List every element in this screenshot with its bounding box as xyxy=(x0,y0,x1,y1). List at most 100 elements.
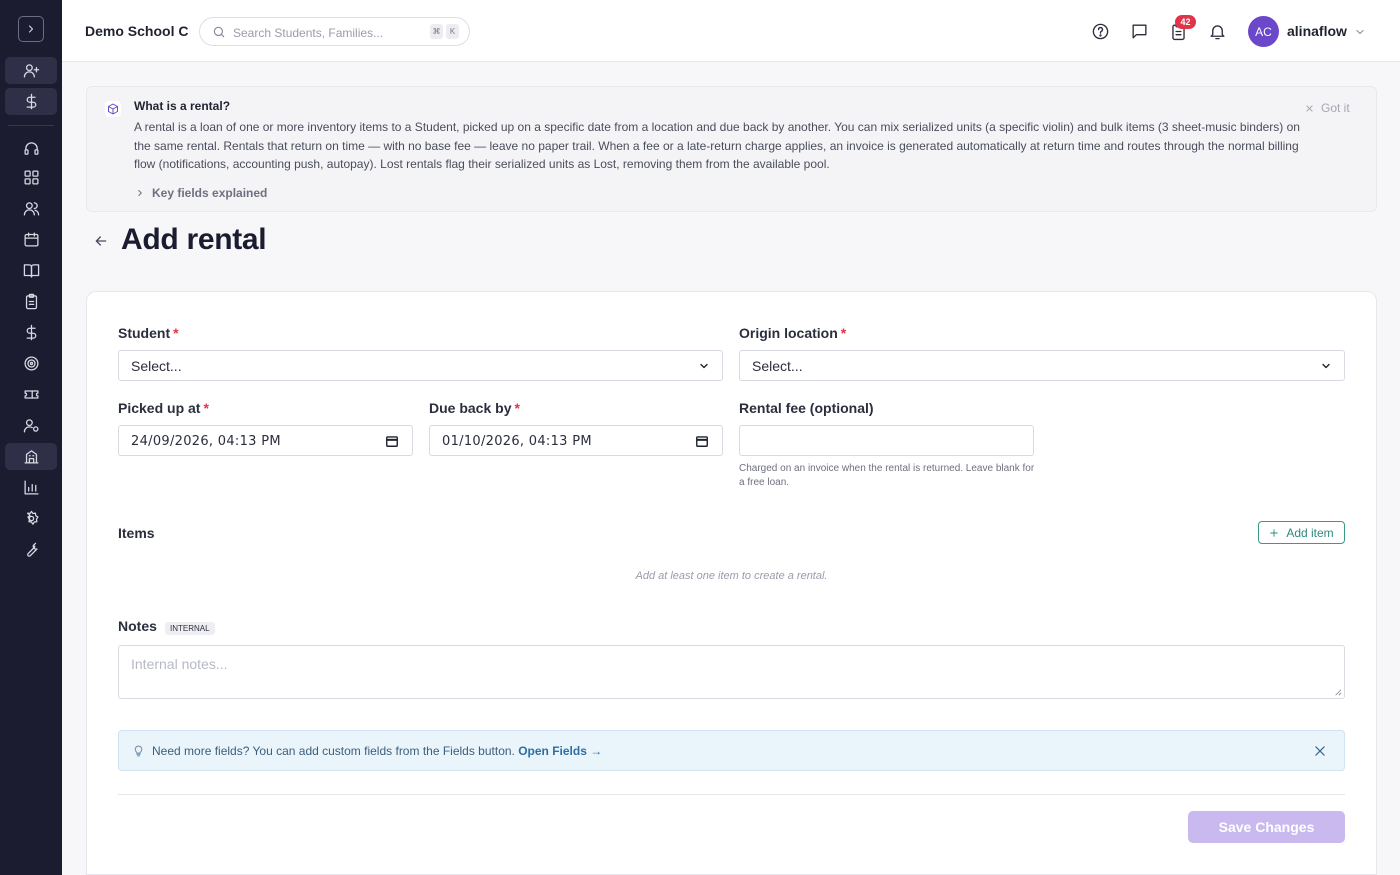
gear-icon xyxy=(26,510,39,525)
sidebar-expand-button[interactable] xyxy=(18,16,44,42)
sidebar-divider xyxy=(8,125,54,126)
avatar[interactable]: AC xyxy=(1248,16,1279,47)
top-bar: Demo School C Search Students, Families.… xyxy=(62,0,1400,62)
help-button[interactable] xyxy=(1090,21,1110,41)
picked-up-value: 24/09/2026, 04:13 PM xyxy=(131,434,281,449)
required-mark: * xyxy=(173,325,179,341)
notes-label: Notes xyxy=(118,618,157,634)
chevron-down-icon xyxy=(700,363,708,369)
items-empty-message: Add at least one item to create a rental… xyxy=(635,570,828,582)
chevron-right-icon xyxy=(28,25,34,33)
open-fields-link[interactable]: Open Fields → xyxy=(518,744,602,758)
rental-fee-hint: Charged on an invoice when the rental is… xyxy=(739,463,1035,488)
required-mark: * xyxy=(840,325,847,341)
search-bar[interactable]: Search Students, Families... ⌘ K xyxy=(199,17,470,46)
sidebar-item-billing[interactable] xyxy=(5,88,57,115)
book-open-icon xyxy=(23,264,39,278)
messages-button[interactable] xyxy=(1129,21,1149,41)
sidebar-item-library[interactable] xyxy=(5,257,57,284)
sidebar-item-add-user[interactable] xyxy=(5,57,57,84)
calendar-icon[interactable] xyxy=(695,434,709,448)
clipboard-icon xyxy=(25,293,37,310)
sidebar-item-support[interactable] xyxy=(5,135,57,162)
chevron-down-icon[interactable] xyxy=(1354,26,1366,38)
dollar-icon xyxy=(26,324,36,341)
notifications-button[interactable] xyxy=(1207,21,1227,41)
due-back-value: 01/10/2026, 04:13 PM xyxy=(442,434,592,449)
wrench-icon xyxy=(26,542,38,557)
key-fields-label: Key fields explained xyxy=(152,186,268,200)
notes-placeholder: Internal notes... xyxy=(131,656,228,672)
chevron-down-icon xyxy=(1322,363,1330,369)
bell-icon xyxy=(1209,24,1225,39)
sidebar-item-payments[interactable] xyxy=(5,319,57,346)
lightbulb-icon xyxy=(134,745,143,757)
sidebar xyxy=(0,0,62,875)
due-back-input[interactable]: 01/10/2026, 04:13 PM xyxy=(429,425,723,456)
username[interactable]: alinaflow xyxy=(1287,23,1347,39)
search-icon xyxy=(213,26,225,38)
form-divider xyxy=(118,794,1345,795)
school-name[interactable]: Demo School C xyxy=(85,23,188,39)
picked-up-input[interactable]: 24/09/2026, 04:13 PM xyxy=(118,425,413,456)
custom-fields-tip: Need more fields? You can add custom fie… xyxy=(118,730,1345,771)
back-arrow-icon[interactable] xyxy=(93,233,109,249)
dollar-icon xyxy=(26,93,36,110)
origin-location-label: Origin location * xyxy=(739,325,847,341)
user-plus-icon xyxy=(23,64,39,78)
sidebar-item-goals[interactable] xyxy=(5,350,57,377)
add-item-label: Add item xyxy=(1286,525,1334,540)
target-icon xyxy=(23,356,39,371)
rental-fee-label: Rental fee (optional) xyxy=(739,400,874,416)
ticket-icon xyxy=(23,390,39,399)
user-cog-icon xyxy=(23,419,39,433)
shortcut-k-key: K xyxy=(446,24,459,39)
picked-up-label: Picked up at * xyxy=(118,400,209,416)
add-item-button[interactable]: Add item xyxy=(1258,521,1345,544)
page-title: Add rental xyxy=(121,223,267,256)
got-it-button[interactable]: Got it xyxy=(1305,101,1350,115)
sidebar-item-inventory[interactable] xyxy=(5,443,57,470)
help-circle-icon xyxy=(1092,23,1108,39)
building-icon xyxy=(23,450,39,464)
sidebar-item-calendar[interactable] xyxy=(5,226,57,253)
shortcut-mod-key: ⌘ xyxy=(430,24,443,39)
notes-textarea[interactable]: Internal notes... xyxy=(118,645,1345,699)
users-icon xyxy=(23,202,39,216)
info-banner-text: A rental is a loan of one or more invent… xyxy=(134,120,1300,171)
close-icon[interactable] xyxy=(1313,744,1327,758)
headset-icon xyxy=(23,142,39,155)
sidebar-item-tools[interactable] xyxy=(5,536,57,563)
sidebar-item-attendance[interactable] xyxy=(5,288,57,315)
bar-chart-icon xyxy=(23,480,39,495)
sidebar-item-staff[interactable] xyxy=(5,412,57,439)
search-placeholder[interactable]: Search Students, Families... xyxy=(233,26,383,40)
due-back-label: Due back by * xyxy=(429,400,520,416)
sidebar-item-settings[interactable] xyxy=(5,505,57,532)
key-fields-toggle[interactable]: Key fields explained xyxy=(135,186,267,200)
notification-count-badge: 42 xyxy=(1175,15,1196,29)
items-label: Items xyxy=(118,525,155,541)
sidebar-item-tickets[interactable] xyxy=(5,381,57,408)
origin-location-select[interactable]: Select... xyxy=(739,350,1345,381)
info-banner-title: What is a rental? xyxy=(134,99,231,113)
sidebar-item-dashboard[interactable] xyxy=(5,164,57,191)
info-banner: What is a rental? A rental is a loan of … xyxy=(86,86,1377,212)
origin-location-value: Select... xyxy=(752,358,803,374)
plus-icon xyxy=(1270,528,1279,537)
calendar-icon[interactable] xyxy=(385,434,399,448)
required-mark: * xyxy=(203,400,209,416)
save-changes-button[interactable]: Save Changes xyxy=(1188,811,1345,843)
rental-form-card: Student * Select... Origin location * Sele… xyxy=(86,291,1377,875)
tip-text: Need more fields? You can add custom fie… xyxy=(152,744,603,758)
resize-handle-icon[interactable] xyxy=(1334,688,1342,696)
rental-fee-input[interactable] xyxy=(739,425,1034,456)
close-icon xyxy=(1306,104,1313,112)
dashboard-icon xyxy=(23,170,39,185)
box-icon xyxy=(105,101,121,117)
internal-badge: INTERNAL xyxy=(165,622,215,635)
sidebar-item-students[interactable] xyxy=(5,195,57,222)
message-square-icon xyxy=(1131,23,1147,39)
student-select[interactable]: Select... xyxy=(118,350,723,381)
sidebar-item-reports[interactable] xyxy=(5,474,57,501)
